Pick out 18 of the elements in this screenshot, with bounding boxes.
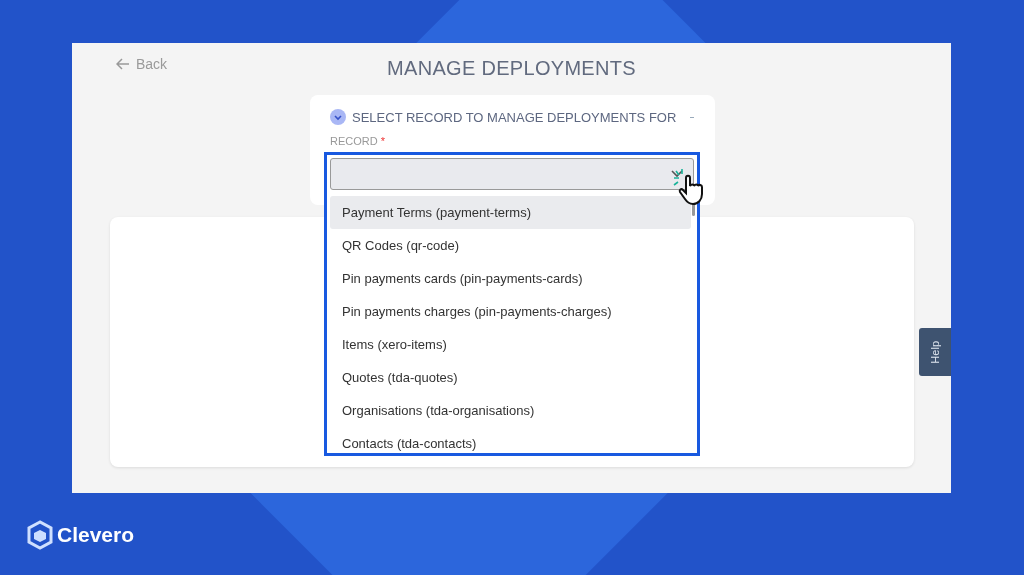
- dropdown-option[interactable]: Pin payments charges (pin-payments-charges): [330, 295, 691, 328]
- brand-name: Clevero: [57, 523, 135, 547]
- dropdown-option[interactable]: Organisations (tda-organisations): [330, 394, 691, 427]
- dropdown-option[interactable]: Pin payments cards (pin-payments-cards): [330, 262, 691, 295]
- left-arrow-icon: [116, 58, 130, 70]
- chevron-down-icon[interactable]: [330, 109, 346, 125]
- chevron-down-icon: [671, 170, 683, 178]
- required-mark: *: [380, 135, 385, 147]
- dropdown-option[interactable]: Contacts (tda-contacts): [330, 427, 691, 460]
- card-title: SELECT RECORD TO MANAGE DEPLOYMENTS FOR: [352, 109, 677, 125]
- dropdown-option[interactable]: Items (xero-items): [330, 328, 691, 361]
- field-label: RECORD: [330, 135, 378, 147]
- page-title: MANAGE DEPLOYMENTS: [387, 55, 636, 80]
- dropdown-option[interactable]: Quotes (tda-quotes): [330, 361, 691, 394]
- help-tab[interactable]: Help: [919, 328, 951, 376]
- dropdown-option[interactable]: Payment Terms (payment-terms): [330, 196, 691, 229]
- logo-icon: [27, 520, 53, 550]
- dropdown-option[interactable]: QR Codes (qr-code): [330, 229, 691, 262]
